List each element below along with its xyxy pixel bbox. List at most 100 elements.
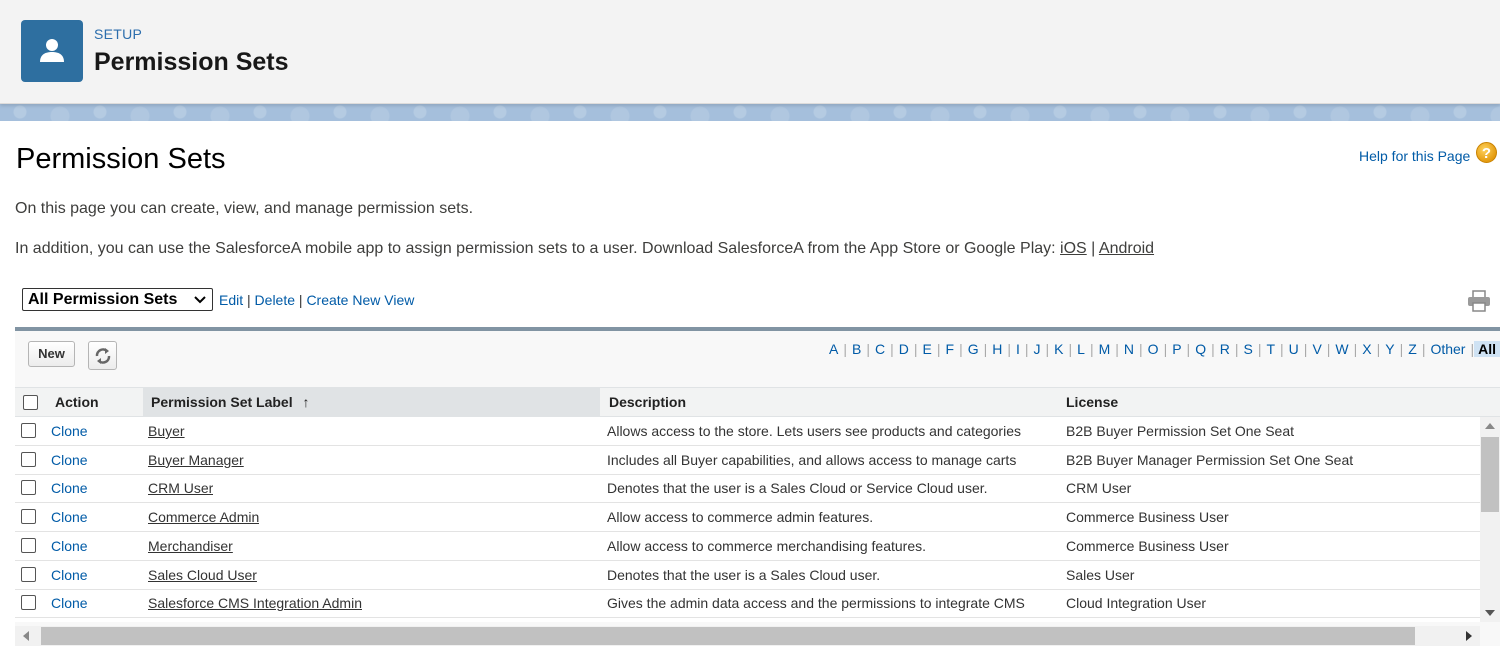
- list-toolbar: New A | B | C | D | E | F | G | H | I | J | K | L | M | N | O | P | Q | R |…: [15, 331, 1500, 387]
- alphabet-filter-z[interactable]: Z: [1403, 341, 1422, 357]
- alphabet-filter-j[interactable]: J: [1029, 341, 1046, 357]
- alphabet-filter-g[interactable]: G: [963, 341, 984, 357]
- table-header: Action Permission Set Label ↑ Descriptio…: [15, 387, 1500, 417]
- row-checkbox[interactable]: [21, 509, 36, 525]
- scroll-down-icon[interactable]: [1485, 610, 1495, 616]
- license-cell: Commerce Business User: [1066, 537, 1229, 554]
- intro-mobile-sentence: In addition, you can use the SalesforceA…: [15, 240, 1056, 257]
- setup-header: SETUP Permission Sets: [0, 0, 1500, 104]
- header-eyebrow: SETUP: [94, 26, 143, 42]
- alphabet-filter-c[interactable]: C: [870, 341, 890, 357]
- license-cell: Commerce Business User: [1066, 509, 1229, 526]
- row-checkbox[interactable]: [21, 566, 36, 582]
- alphabet-filter-w[interactable]: W: [1330, 341, 1353, 357]
- alphabet-filter-x[interactable]: X: [1357, 341, 1376, 357]
- alphabet-filter-a[interactable]: A: [824, 341, 843, 357]
- permission-set-link[interactable]: Buyer Manager: [148, 446, 244, 474]
- alphabet-filter-o[interactable]: O: [1143, 341, 1164, 357]
- permission-set-link[interactable]: Sales Cloud User: [148, 561, 257, 589]
- view-links: Edit | Delete | Create New View: [219, 292, 415, 308]
- column-header-description[interactable]: Description: [609, 388, 686, 416]
- page-title: Permission Sets: [16, 143, 226, 175]
- alphabet-filter-h[interactable]: H: [987, 341, 1007, 357]
- android-link[interactable]: Android: [1099, 240, 1154, 257]
- alphabet-filter-s[interactable]: S: [1238, 341, 1257, 357]
- description-cell: Includes all Buyer capabilities, and all…: [607, 451, 1017, 468]
- alphabet-filter-all[interactable]: All: [1474, 341, 1500, 357]
- description-cell: Denotes that the user is a Sales Cloud u…: [607, 566, 881, 583]
- table-row: Clone Salesforce CMS Integration Admin Giv…: [15, 589, 1480, 619]
- clone-link[interactable]: Clone: [51, 589, 88, 617]
- scroll-up-icon[interactable]: [1485, 423, 1495, 429]
- license-cell: CRM User: [1066, 480, 1132, 497]
- edit-view-link[interactable]: Edit: [219, 292, 243, 308]
- intro-mobile-text: In addition, you can use the SalesforceA…: [15, 240, 1154, 258]
- new-button[interactable]: New: [28, 341, 75, 367]
- alphabet-filter-t[interactable]: T: [1261, 341, 1280, 357]
- description-cell: Allow access to commerce admin features.: [607, 509, 874, 526]
- clone-link[interactable]: Clone: [51, 532, 88, 560]
- clone-link[interactable]: Clone: [51, 474, 88, 502]
- alphabet-filter-p[interactable]: P: [1167, 341, 1186, 357]
- alphabet-filter-b[interactable]: B: [847, 341, 866, 357]
- alphabet-filter-i[interactable]: I: [1011, 341, 1025, 357]
- clone-link[interactable]: Clone: [51, 503, 88, 531]
- ios-link[interactable]: iOS: [1060, 240, 1087, 257]
- row-checkbox[interactable]: [21, 451, 36, 467]
- permission-set-link[interactable]: Commerce Admin: [148, 503, 259, 531]
- select-all-checkbox[interactable]: [23, 395, 38, 410]
- horizontal-scrollbar[interactable]: [15, 626, 1480, 646]
- row-checkbox[interactable]: [21, 423, 36, 438]
- alphabet-filter-u[interactable]: U: [1284, 341, 1304, 357]
- alphabet-filter-q[interactable]: Q: [1190, 341, 1211, 357]
- alphabet-filter-r[interactable]: R: [1215, 341, 1235, 357]
- alphabet-filter-v[interactable]: V: [1307, 341, 1326, 357]
- row-checkbox[interactable]: [21, 480, 36, 496]
- user-icon: [21, 20, 83, 82]
- scroll-left-icon[interactable]: [23, 631, 29, 641]
- clone-link[interactable]: Clone: [51, 446, 88, 474]
- row-checkbox[interactable]: [21, 537, 36, 553]
- create-new-view-link[interactable]: Create New View: [306, 292, 414, 308]
- permission-set-link[interactable]: Buyer: [148, 417, 185, 445]
- list-panel: New A | B | C | D | E | F | G | H | I | J | K | L | M | N | O | P | Q | R |…: [15, 327, 1500, 646]
- permission-set-link[interactable]: Merchandiser: [148, 532, 233, 560]
- alphabet-filter-f[interactable]: F: [941, 341, 960, 357]
- alphabet-filter: A | B | C | D | E | F | G | H | I | J | K | L | M | N | O | P | Q | R | S | T |…: [824, 341, 1500, 357]
- alphabet-filter-n[interactable]: N: [1119, 341, 1139, 357]
- clone-link[interactable]: Clone: [51, 561, 88, 589]
- sort-ascending-icon: ↑: [302, 394, 310, 410]
- alphabet-filter-d[interactable]: D: [894, 341, 914, 357]
- table-row: Clone CRM User Denotes that the user is a …: [15, 474, 1480, 504]
- column-header-license[interactable]: License: [1066, 388, 1118, 416]
- view-select[interactable]: All Permission Sets: [22, 288, 213, 311]
- table-row: Clone Buyer Manager Includes all Buyer cap…: [15, 446, 1480, 475]
- table-row: Clone Merchandiser Allow access to commerc…: [15, 532, 1480, 561]
- alphabet-filter-y[interactable]: Y: [1380, 341, 1399, 357]
- vertical-scroll-thumb[interactable]: [1481, 437, 1499, 512]
- table-body: Clone Buyer Allows access to the store. Le…: [15, 417, 1480, 622]
- permission-set-link[interactable]: CRM User: [148, 474, 213, 502]
- clone-link[interactable]: Clone: [51, 417, 88, 445]
- license-cell: B2B Buyer Permission Set One Seat: [1066, 423, 1294, 439]
- row-checkbox[interactable]: [21, 595, 36, 611]
- horizontal-scroll-thumb[interactable]: [41, 627, 1415, 645]
- alphabet-filter-k[interactable]: K: [1049, 341, 1068, 357]
- help-icon[interactable]: ?: [1476, 142, 1497, 163]
- alphabet-filter-l[interactable]: L: [1072, 341, 1090, 357]
- vertical-scrollbar[interactable]: [1480, 417, 1500, 622]
- description-cell: Allows access to the store. Lets users s…: [607, 423, 1021, 439]
- chevron-down-icon: [194, 289, 206, 315]
- alphabet-filter-e[interactable]: E: [918, 341, 937, 357]
- scroll-right-icon[interactable]: [1466, 631, 1472, 641]
- permission-set-link[interactable]: Salesforce CMS Integration Admin: [148, 589, 362, 617]
- help-link[interactable]: Help for this Page: [1359, 148, 1470, 164]
- description-cell: Gives the admin data access and the perm…: [607, 595, 1025, 612]
- refresh-button[interactable]: [88, 341, 117, 370]
- delete-view-link[interactable]: Delete: [255, 292, 295, 308]
- printer-icon[interactable]: [1467, 290, 1491, 317]
- column-header-label[interactable]: Permission Set Label ↑: [143, 388, 600, 416]
- alphabet-filter-m[interactable]: M: [1094, 341, 1116, 357]
- alphabet-filter-other[interactable]: Other: [1425, 341, 1470, 357]
- refresh-icon: [95, 348, 111, 364]
